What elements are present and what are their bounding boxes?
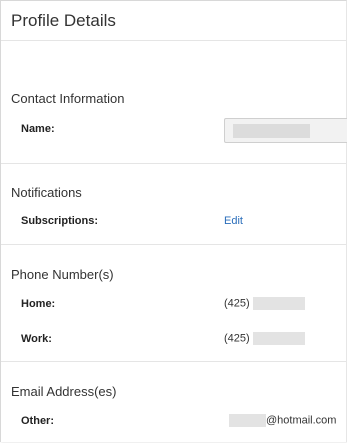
- subscriptions-label: Subscriptions:: [21, 215, 99, 227]
- work-phone-value: (425): [224, 332, 305, 345]
- work-phone-label: Work:: [21, 333, 52, 345]
- header-divider: [1, 40, 346, 41]
- redacted-email-user: [229, 414, 266, 427]
- page-title: Profile Details: [11, 11, 116, 30]
- email-section-title: Email Address(es): [11, 384, 117, 399]
- phone-section-title: Phone Number(s): [11, 267, 114, 282]
- home-phone-area-code: (425): [224, 297, 250, 310]
- notifications-divider: [1, 244, 346, 245]
- edit-subscriptions-link[interactable]: Edit: [224, 215, 243, 227]
- redacted-work-phone: [252, 332, 305, 345]
- redacted-home-phone: [252, 297, 305, 310]
- email-domain: @hotmail.com: [266, 414, 337, 427]
- redacted-name-value: [233, 124, 310, 138]
- notifications-section-title: Notifications: [11, 185, 82, 200]
- contact-divider: [1, 163, 346, 164]
- other-email-value: @hotmail.com: [229, 414, 336, 427]
- profile-details-panel: Profile Details Contact Information Name…: [0, 0, 347, 442]
- other-email-label: Other:: [21, 415, 54, 427]
- name-label: Name:: [21, 123, 55, 135]
- contact-section-title: Contact Information: [11, 91, 125, 106]
- name-field[interactable]: [224, 118, 347, 143]
- home-phone-value: (425): [224, 297, 305, 310]
- phone-divider: [1, 361, 346, 362]
- home-phone-label: Home:: [21, 298, 56, 310]
- work-phone-area-code: (425): [224, 332, 250, 345]
